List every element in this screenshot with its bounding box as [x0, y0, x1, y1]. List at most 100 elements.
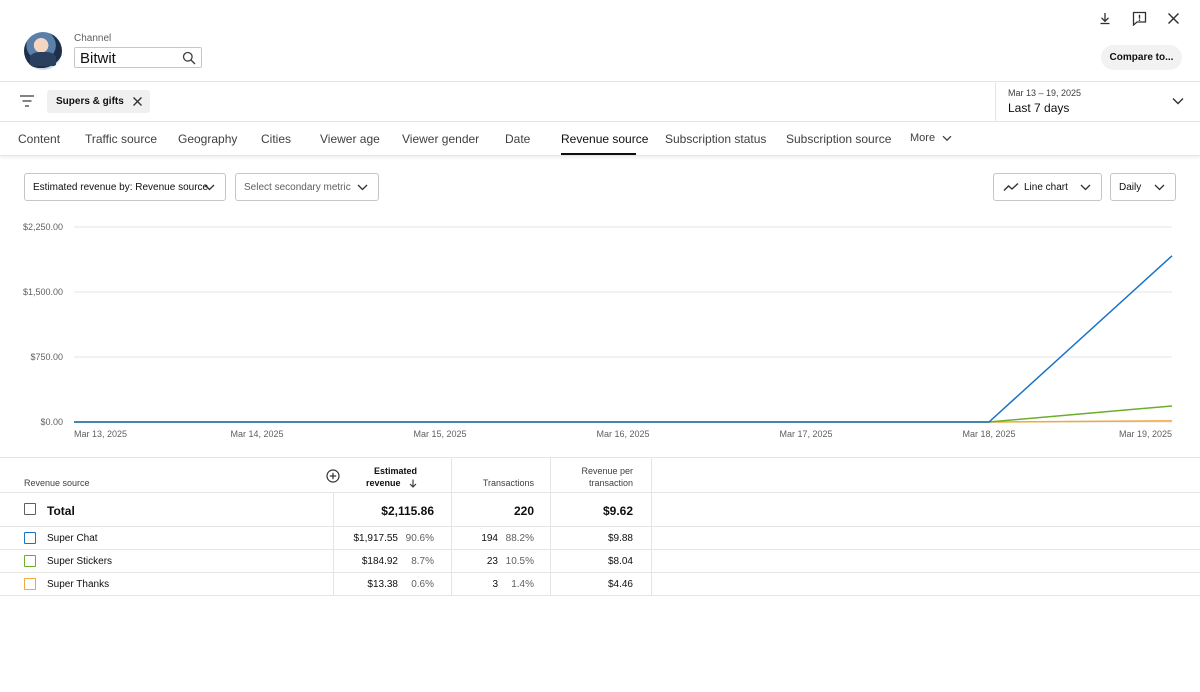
channel-search-box[interactable]: Bitwit: [74, 47, 202, 68]
total-revenue: $2,115.86: [381, 504, 434, 518]
compare-button[interactable]: Compare to...: [1101, 45, 1182, 70]
filter-bar: Supers & gifts Mar 13 – 19, 2025 Last 7 …: [0, 82, 1200, 122]
row-label: Super Chat: [47, 533, 98, 544]
line-chart-icon: [1003, 182, 1019, 191]
dimension-tabs: Content Traffic source Geography Cities …: [0, 122, 1200, 156]
close-icon[interactable]: [1163, 8, 1183, 28]
row-label: Super Stickers: [47, 556, 113, 567]
header-estimated-revenue-line1: Estimated: [373, 466, 417, 476]
row-transactions-pct: 10.5%: [505, 556, 534, 567]
table-row: Super Thanks $13.38 0.6% 3 1.4% $4.46: [0, 573, 1200, 596]
row-revenue: $13.38: [367, 579, 398, 590]
chevron-down-icon: [204, 184, 215, 191]
x-tick-label: Mar 15, 2025: [413, 429, 466, 439]
download-icon[interactable]: [1095, 8, 1115, 28]
secondary-metric-dropdown[interactable]: Select secondary metric: [235, 173, 379, 201]
y-tick-label: $0.00: [40, 417, 63, 427]
tab-revenue-source[interactable]: Revenue source: [561, 132, 648, 146]
total-label: Total: [47, 504, 75, 518]
table-row: Super Stickers $184.92 8.7% 23 10.5% $8.…: [0, 550, 1200, 573]
active-tab-indicator: [561, 153, 636, 155]
row-revenue-pct: 90.6%: [405, 533, 434, 544]
chart-type-dropdown[interactable]: Line chart: [993, 173, 1102, 201]
tab-geography[interactable]: Geography: [178, 132, 237, 146]
row-transactions: 23: [486, 556, 498, 567]
row-revenue-pct: 0.6%: [411, 579, 434, 590]
tab-date[interactable]: Date: [505, 132, 530, 146]
x-tick-label: Mar 14, 2025: [230, 429, 283, 439]
chevron-down-icon: [357, 184, 368, 191]
row-transactions-pct: 88.2%: [505, 533, 534, 544]
series-line-super-stickers[interactable]: [74, 405, 1173, 423]
tab-more[interactable]: More: [910, 132, 952, 144]
channel-avatar[interactable]: [24, 32, 62, 70]
secondary-metric-placeholder: Select secondary metric: [244, 181, 351, 193]
tab-viewer-gender[interactable]: Viewer gender: [402, 132, 479, 146]
tab-more-label: More: [910, 132, 936, 144]
x-tick-label: Mar 13, 2025: [74, 429, 127, 439]
header-rpt-line1: Revenue per: [581, 466, 633, 476]
row-revenue: $1,917.55: [353, 533, 399, 544]
tab-subscription-source[interactable]: Subscription source: [786, 132, 891, 146]
x-tick-label: Mar 18, 2025: [962, 429, 1015, 439]
row-transactions-pct: 1.4%: [511, 579, 534, 590]
metric-dropdown[interactable]: Estimated revenue by: Revenue source: [24, 173, 226, 201]
filter-chip-label: Supers & gifts: [56, 96, 124, 107]
chevron-down-icon: [1154, 184, 1165, 191]
total-transactions: 220: [513, 504, 534, 518]
row-revenue: $184.92: [361, 556, 398, 567]
table-total-row: Total $2,115.86 220 $9.62: [0, 493, 1200, 527]
date-range-picker[interactable]: Mar 13 – 19, 2025 Last 7 days: [995, 82, 1200, 122]
header-estimated-revenue-line2-text: revenue: [365, 478, 401, 488]
super-thanks-checkbox[interactable]: [24, 578, 36, 590]
table-row: Super Chat $1,917.55 90.6% 194 88.2% $9.…: [0, 527, 1200, 550]
header-revenue-per-transaction[interactable]: Revenue per transaction: [581, 465, 633, 489]
x-tick-label: Mar 16, 2025: [596, 429, 649, 439]
add-column-icon[interactable]: [326, 469, 340, 483]
total-checkbox[interactable]: [24, 503, 36, 515]
row-revenue-per-transaction: $9.88: [607, 533, 633, 544]
row-transactions: 3: [492, 579, 498, 590]
interval-label: Daily: [1119, 181, 1142, 193]
chart-type-label: Line chart: [1024, 181, 1068, 193]
date-range: Mar 13 – 19, 2025: [1008, 88, 1082, 98]
revenue-table: Revenue source Estimated revenue Transac…: [0, 457, 1200, 596]
search-icon[interactable]: [182, 51, 196, 65]
y-tick-label: $1,500.00: [23, 287, 63, 297]
filter-chip-supers-gifts[interactable]: Supers & gifts: [47, 90, 150, 113]
tab-traffic-source[interactable]: Traffic source: [85, 132, 157, 146]
chevron-down-icon: [942, 135, 952, 141]
row-revenue-pct: 8.7%: [411, 556, 434, 567]
metric-dropdown-label: Estimated revenue by: Revenue source: [33, 181, 209, 193]
feedback-icon[interactable]: [1129, 8, 1149, 28]
remove-filter-icon[interactable]: [132, 96, 143, 107]
header: Channel Bitwit Compare to...: [0, 0, 1200, 82]
chevron-down-icon: [1172, 98, 1184, 105]
chevron-down-icon: [1080, 184, 1091, 191]
interval-dropdown[interactable]: Daily: [1110, 173, 1176, 201]
y-tick-label: $2,250.00: [23, 222, 63, 232]
y-tick-label: $750.00: [30, 352, 63, 362]
x-tick-label: Mar 17, 2025: [779, 429, 832, 439]
filter-icon[interactable]: [19, 94, 35, 108]
tab-subscription-status[interactable]: Subscription status: [665, 132, 766, 146]
tab-content[interactable]: Content: [18, 132, 60, 146]
header-rpt-line2: transaction: [588, 478, 633, 488]
sort-descending-icon[interactable]: [409, 479, 417, 488]
row-transactions: 194: [481, 533, 498, 544]
row-label: Super Thanks: [47, 579, 110, 590]
header-estimated-revenue-line2: revenue: [366, 477, 417, 489]
tab-viewer-age[interactable]: Viewer age: [320, 132, 380, 146]
header-estimated-revenue[interactable]: Estimated revenue: [366, 465, 417, 489]
row-revenue-per-transaction: $4.46: [607, 579, 633, 590]
channel-name[interactable]: Bitwit: [80, 50, 116, 67]
revenue-line-chart: $2,250.00 $1,500.00 $750.00 $0.00 Mar 13, 20…: [23, 222, 1173, 439]
header-revenue-source: Revenue source: [24, 478, 90, 488]
x-tick-label: Mar 19, 2025: [1119, 429, 1172, 439]
tab-cities[interactable]: Cities: [261, 132, 291, 146]
row-revenue-per-transaction: $8.04: [607, 556, 633, 567]
super-chat-checkbox[interactable]: [24, 532, 36, 544]
header-transactions[interactable]: Transactions: [483, 477, 534, 489]
super-stickers-checkbox[interactable]: [24, 555, 36, 567]
series-line-super-chat[interactable]: [74, 255, 1173, 423]
